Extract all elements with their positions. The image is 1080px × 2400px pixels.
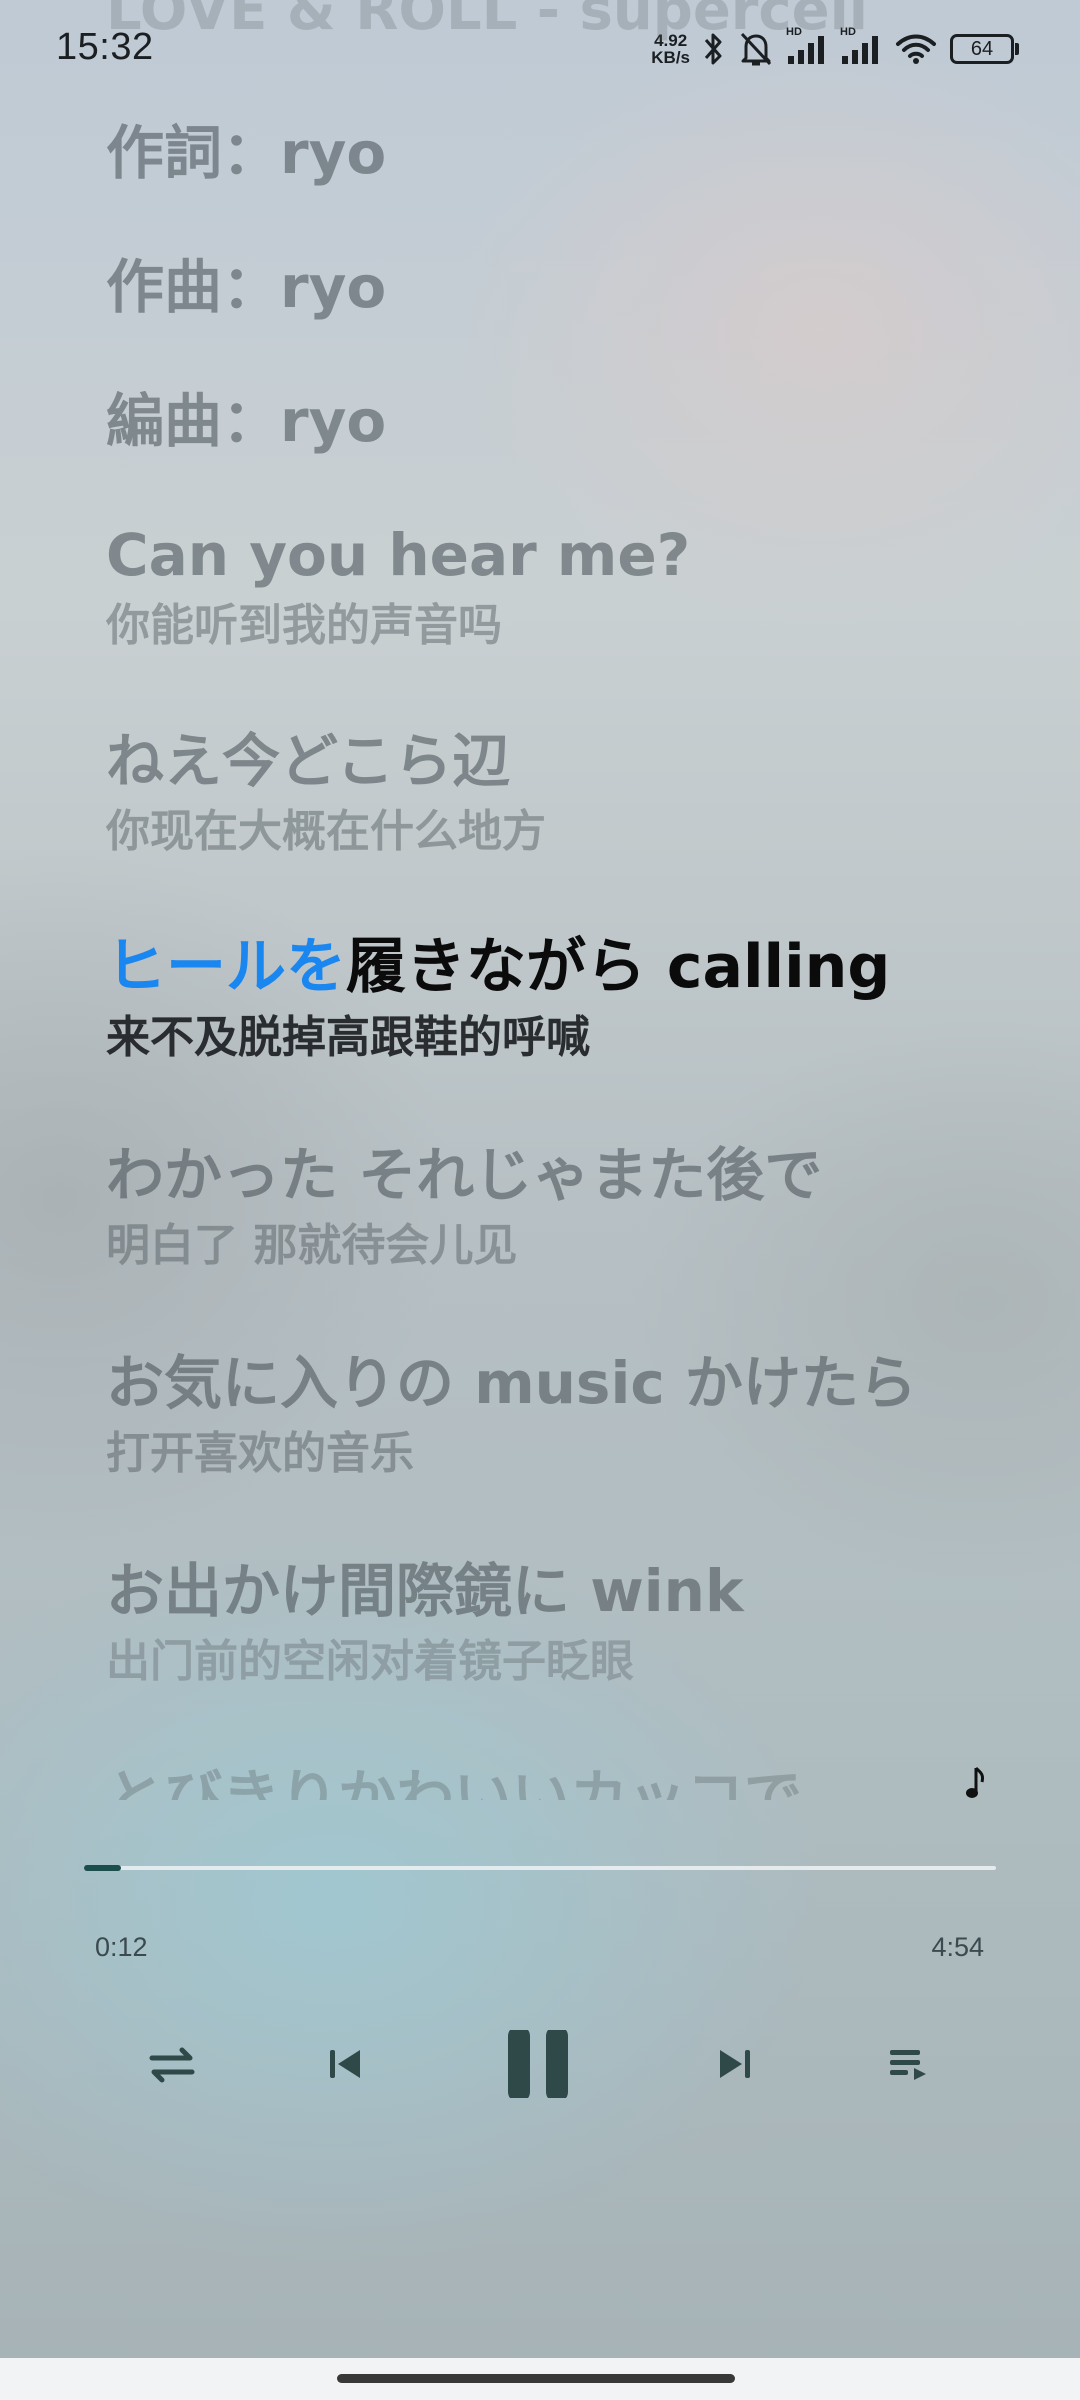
lyric-text: とびきりかわいいカッコで <box>106 1763 803 1800</box>
lyric-line[interactable]: お気に入りの music かけたら 打开喜欢的音乐 <box>106 1348 1046 1482</box>
lyric-unsung-portion: 履きながら calling <box>346 932 891 1002</box>
current-time: 0:12 <box>95 1932 148 1962</box>
playlist-icon <box>886 2030 930 2098</box>
lyric-translation: 你能听到我的声音吗 <box>106 600 502 651</box>
faded-song-title: LOVE & ROLL - supercell <box>106 0 868 43</box>
lyric-text: わかった それじゃまた後で <box>106 1141 823 1209</box>
lyric-text: お気に入りの music かけたら <box>106 1349 917 1417</box>
skip-previous-icon <box>326 2030 366 2098</box>
progress-fill <box>84 1865 122 1871</box>
lyric-translation: 打开喜欢的音乐 <box>106 1428 414 1479</box>
pause-button[interactable] <box>504 2030 574 2098</box>
lyric-line[interactable]: Can you hear me? 你能听到我的声音吗 <box>106 520 1046 654</box>
navigation-bar <box>0 2358 1080 2400</box>
lyric-translation: 你现在大概在什么地方 <box>106 806 546 857</box>
pause-icon <box>504 2030 574 2098</box>
lyric-text: 作詞：ryo <box>106 119 387 187</box>
lyric-text: Can you hear me? <box>106 521 691 589</box>
repeat-button[interactable] <box>146 2030 198 2098</box>
lyric-text: 作曲：ryo <box>106 253 387 321</box>
home-gesture-handle[interactable] <box>337 2374 735 2383</box>
lyric-translation-current: 来不及脱掉高跟鞋的呼喊 <box>106 1012 590 1063</box>
lyric-translation: 明白了 那就待会儿见 <box>106 1220 518 1271</box>
skip-next-icon <box>714 2030 754 2098</box>
lyric-line-current[interactable]: ヒールを履きながら calling 来不及脱掉高跟鞋的呼喊 <box>106 932 1046 1066</box>
playlist-button[interactable] <box>886 2030 930 2098</box>
lyric-line[interactable]: わかった それじゃまた後で 明白了 那就待会儿见 <box>106 1140 1046 1274</box>
lyric-line[interactable]: お出かけ間際鏡に wink 出门前的空闲对着镜子眨眼 <box>106 1556 1046 1690</box>
lyric-line-credit-lyricist[interactable]: 作詞：ryo <box>106 118 1046 188</box>
previous-button[interactable] <box>326 2030 366 2098</box>
lyric-text-current: ヒールを履きながら calling <box>106 932 1046 1002</box>
lyric-line[interactable]: ねえ今どこら辺 你现在大概在什么地方 <box>106 726 1046 860</box>
lyrics-panel[interactable]: LOVE & ROLL - supercell 作詞：ryo 作曲：ryo 編曲… <box>0 0 1080 1800</box>
music-note-icon[interactable] <box>964 1764 988 1802</box>
lyric-text: 編曲：ryo <box>106 387 387 455</box>
lyric-translation: 出门前的空闲对着镜子眨眼 <box>106 1636 634 1687</box>
next-button[interactable] <box>714 2030 754 2098</box>
total-time: 4:54 <box>931 1932 984 1962</box>
repeat-icon <box>146 2030 198 2098</box>
lyric-text: お出かけ間際鏡に wink <box>106 1557 744 1625</box>
lyric-line[interactable]: とびきりかわいいカッコで <box>106 1762 1046 1800</box>
lyric-line-credit-arranger[interactable]: 編曲：ryo <box>106 386 1046 456</box>
lyric-line-credit-composer[interactable]: 作曲：ryo <box>106 252 1046 322</box>
lyric-sung-portion: ヒールを <box>106 932 346 1002</box>
progress-bar[interactable] <box>84 1865 996 1871</box>
lyric-text: ねえ今どこら辺 <box>106 727 511 795</box>
